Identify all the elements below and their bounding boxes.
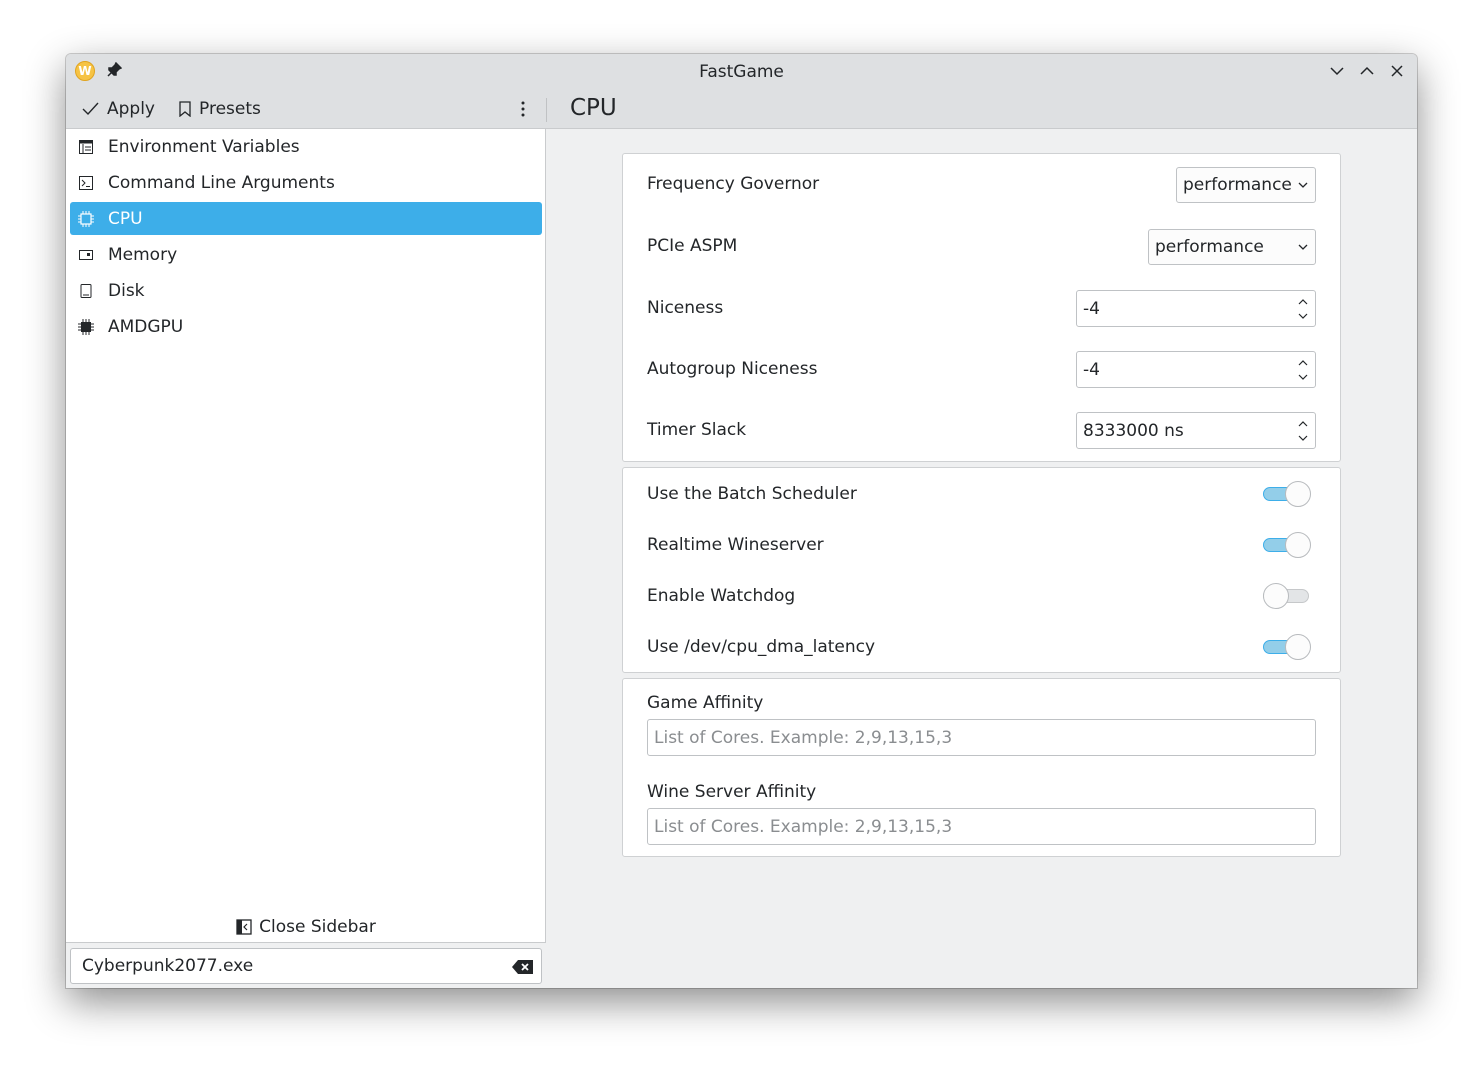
app-window: W FastGame Apply Presets CPU Environment…: [66, 54, 1417, 988]
executable-name-field[interactable]: Cyberpunk2077.exe: [70, 948, 542, 984]
more-options-icon[interactable]: [516, 98, 530, 120]
sidebar-item-label: CPU: [108, 208, 143, 229]
sidebar-item-label: AMDGPU: [108, 316, 184, 337]
timer-slack-value: 8333000 ns: [1083, 420, 1184, 441]
sidebar-item-memory[interactable]: Memory: [70, 238, 542, 271]
pcie-aspm-value: performance: [1155, 237, 1264, 257]
timer-slack-label: Timer Slack: [647, 420, 747, 440]
cpu-dma-latency-switch[interactable]: [1263, 634, 1311, 660]
autogroup-niceness-value: -4: [1083, 359, 1100, 380]
enable-watchdog-switch[interactable]: [1263, 583, 1311, 609]
sidebar-item-disk[interactable]: Disk: [70, 274, 542, 307]
checkmark-icon: [82, 102, 99, 116]
wine-server-affinity-placeholder: List of Cores. Example: 2,9,13,15,3: [654, 816, 953, 837]
autogroup-niceness-label: Autogroup Niceness: [647, 359, 818, 379]
apply-label: Apply: [107, 99, 155, 119]
sidebar-item-cpu[interactable]: CPU: [70, 202, 542, 235]
close-sidebar-label: Close Sidebar: [259, 917, 376, 937]
cpu-settings-panel: Frequency Governor performance PCIe ASPM…: [547, 129, 1417, 988]
timer-slack-spinbox[interactable]: 8333000 ns: [1076, 412, 1316, 449]
batch-scheduler-switch[interactable]: [1263, 481, 1311, 507]
gpu-chip-icon: [78, 318, 94, 335]
memory-icon: [78, 247, 94, 263]
frequency-governor-label: Frequency Governor: [647, 174, 820, 194]
chevron-down-icon: [1298, 182, 1308, 188]
enable-watchdog-label: Enable Watchdog: [647, 586, 796, 606]
toolbar: Apply Presets CPU: [66, 90, 1417, 129]
spin-arrows-icon[interactable]: [1297, 357, 1309, 383]
batch-scheduler-label: Use the Batch Scheduler: [647, 484, 857, 504]
table-icon: [78, 139, 94, 155]
cpu-tuning-card: Frequency Governor performance PCIe ASPM…: [622, 153, 1341, 462]
executable-bar: Cyberpunk2077.exe: [66, 942, 546, 988]
apply-button[interactable]: Apply: [82, 96, 155, 122]
scheduler-options-card: Use the Batch Scheduler Realtime Wineser…: [622, 467, 1341, 673]
game-affinity-placeholder: List of Cores. Example: 2,9,13,15,3: [654, 727, 953, 748]
niceness-spinbox[interactable]: -4: [1076, 290, 1316, 327]
spin-arrows-icon[interactable]: [1297, 296, 1309, 322]
sidebar-item-label: Environment Variables: [108, 136, 300, 157]
minimize-button[interactable]: [1329, 63, 1345, 79]
cpu-dma-latency-label: Use /dev/cpu_dma_latency: [647, 637, 876, 657]
close-sidebar-button[interactable]: Close Sidebar: [66, 914, 546, 940]
sidebar-item-label: Memory: [108, 244, 178, 265]
bookmark-icon: [179, 101, 191, 117]
clear-text-icon[interactable]: [512, 959, 534, 975]
wine-server-affinity-input[interactable]: List of Cores. Example: 2,9,13,15,3: [647, 808, 1316, 845]
close-window-button[interactable]: [1389, 63, 1405, 79]
realtime-wineserver-label: Realtime Wineserver: [647, 535, 824, 555]
page-title: CPU: [570, 95, 617, 121]
affinity-card: Game Affinity List of Cores. Example: 2,…: [622, 678, 1341, 857]
sidebar-item-environment-variables[interactable]: Environment Variables: [70, 130, 542, 163]
disk-icon: [78, 283, 94, 299]
sidebar-collapse-icon: [236, 919, 252, 935]
realtime-wineserver-switch[interactable]: [1263, 532, 1311, 558]
chevron-down-icon: [1298, 244, 1308, 250]
wine-server-affinity-label: Wine Server Affinity: [647, 782, 817, 802]
window-title: FastGame: [699, 62, 784, 82]
pcie-aspm-combobox[interactable]: performance: [1148, 229, 1316, 265]
sidebar-item-command-line-arguments[interactable]: Command Line Arguments: [70, 166, 542, 199]
sidebar: Environment Variables Command Line Argum…: [66, 129, 546, 988]
pcie-aspm-label: PCIe ASPM: [647, 236, 738, 256]
presets-button[interactable]: Presets: [178, 96, 261, 122]
terminal-icon: [78, 175, 94, 191]
chip-icon: [78, 210, 94, 227]
title-bar: W FastGame: [66, 54, 1417, 90]
game-affinity-label: Game Affinity: [647, 693, 764, 713]
sidebar-item-label: Command Line Arguments: [108, 172, 335, 193]
autogroup-niceness-spinbox[interactable]: -4: [1076, 351, 1316, 388]
executable-name-text: Cyberpunk2077.exe: [82, 956, 254, 976]
sidebar-item-amdgpu[interactable]: AMDGPU: [70, 310, 542, 343]
maximize-button[interactable]: [1359, 63, 1375, 79]
frequency-governor-combobox[interactable]: performance: [1176, 167, 1316, 203]
niceness-label: Niceness: [647, 298, 724, 318]
toolbar-separator: [546, 98, 547, 122]
frequency-governor-value: performance: [1183, 175, 1292, 195]
niceness-value: -4: [1083, 298, 1100, 319]
spin-arrows-icon[interactable]: [1297, 418, 1309, 444]
sidebar-item-label: Disk: [108, 280, 145, 301]
presets-label: Presets: [199, 99, 261, 119]
game-affinity-input[interactable]: List of Cores. Example: 2,9,13,15,3: [647, 719, 1316, 756]
